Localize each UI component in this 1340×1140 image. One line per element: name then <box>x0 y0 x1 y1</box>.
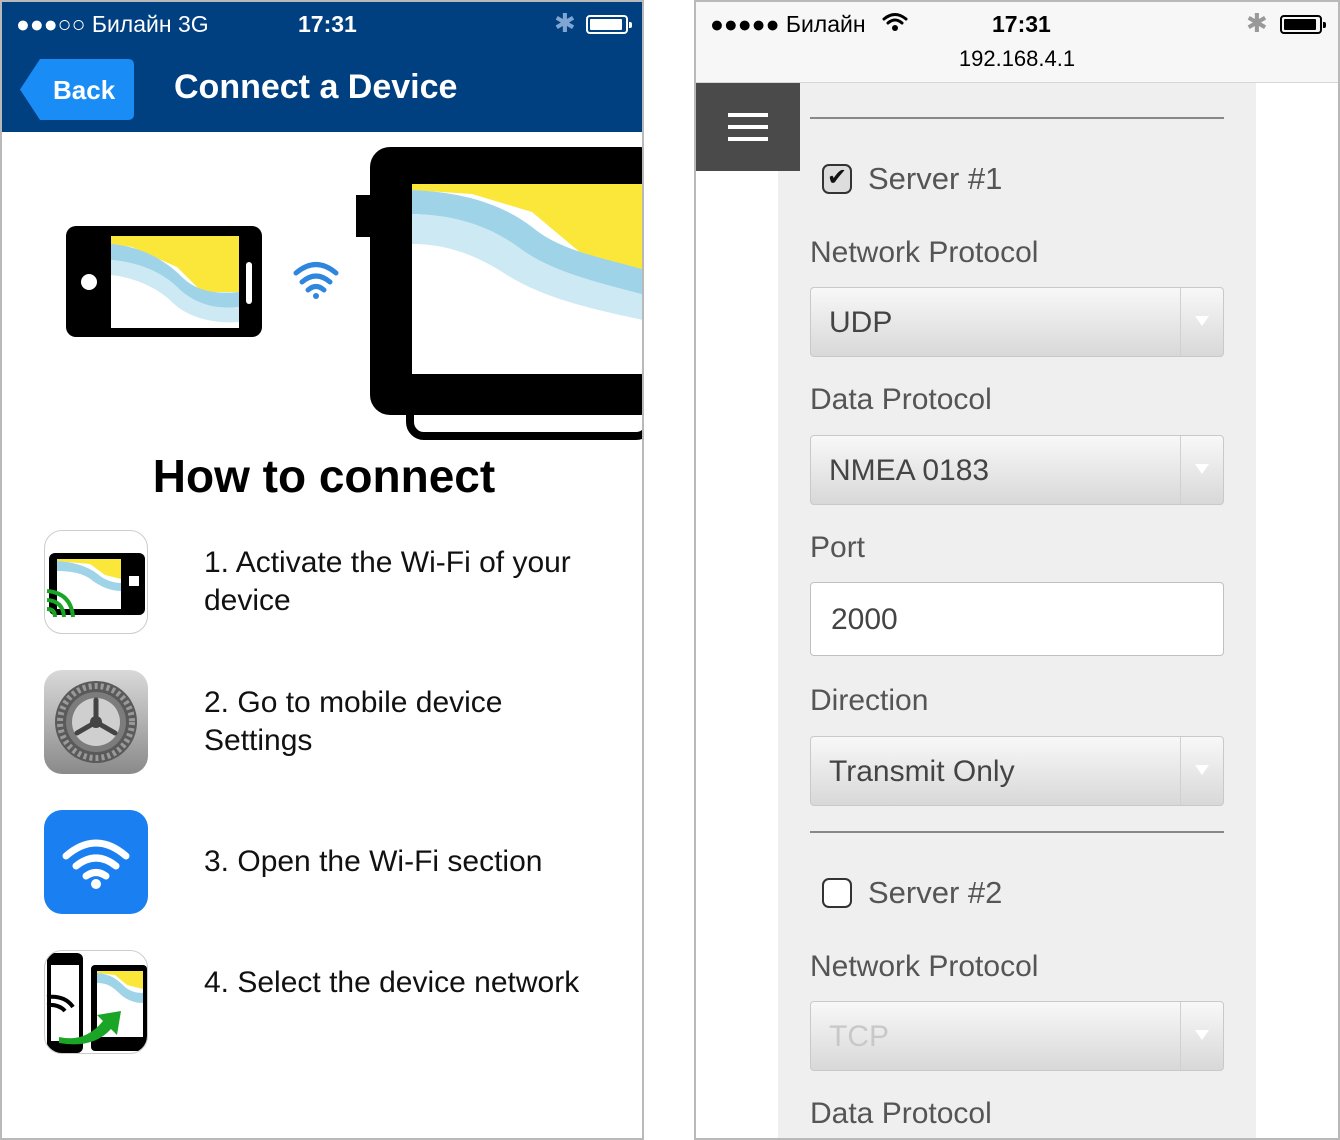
connect-device-screen: ●●●○○ Билайн 3G 17:31 ✱ Back Connect a D… <box>0 0 644 1140</box>
address-bar[interactable]: 192.168.4.1 <box>696 46 1338 72</box>
server-2-checkbox[interactable] <box>822 878 852 908</box>
chartplotter-wifi-icon <box>44 530 148 634</box>
network-protocol-select[interactable]: UDP <box>810 287 1224 357</box>
menu-button[interactable] <box>696 83 800 171</box>
browser-header: ●●●●● Билайн 17:31 ✱ 192.168.4.1 <box>696 2 1338 83</box>
bluetooth-icon: ✱ <box>554 8 576 38</box>
battery-icon <box>586 15 632 34</box>
chevron-down-icon <box>1180 737 1223 805</box>
browser-config-screen: ●●●●● Билайн 17:31 ✱ 192.168.4.1 Server … <box>694 0 1340 1140</box>
phone-illustration <box>66 226 262 337</box>
back-button-label: Back <box>53 75 116 105</box>
chartplotter-illustration <box>356 147 642 440</box>
data-protocol-value: NMEA 0183 <box>829 454 990 487</box>
port-input[interactable]: 2000 <box>810 582 1224 656</box>
step-2: 2. Go to mobile device Settings <box>44 670 642 774</box>
port-label: Port <box>810 531 866 564</box>
network-protocol-label: Network Protocol <box>810 950 1039 983</box>
carrier-label: ●●●○○ Билайн 3G <box>16 11 209 37</box>
port-value: 2000 <box>831 603 898 636</box>
network-protocol-select-disabled[interactable]: TCP <box>810 1001 1224 1071</box>
hamburger-icon <box>728 113 768 117</box>
chevron-down-icon <box>1180 1002 1223 1070</box>
server-1-label: Server #1 <box>868 161 1003 196</box>
direction-select[interactable]: Transmit Only <box>810 736 1224 806</box>
clock: 17:31 <box>298 11 357 37</box>
how-to-connect-heading: How to connect <box>152 450 496 502</box>
data-protocol-label: Data Protocol <box>810 383 992 416</box>
clock: 17:31 <box>992 11 1051 37</box>
status-bar: ●●●●● Билайн 17:31 ✱ <box>696 2 1338 48</box>
step-3: 3. Open the Wi-Fi section <box>44 810 642 914</box>
settings-gear-icon <box>44 670 148 774</box>
server-1-checkbox[interactable] <box>822 163 852 194</box>
data-protocol-label: Data Protocol <box>810 1097 992 1130</box>
step-1-label: 1. Activate the Wi-Fi of your device <box>204 546 571 617</box>
step-4: 4. Select the device network <box>44 950 642 1054</box>
network-protocol-label: Network Protocol <box>810 236 1039 269</box>
status-bar: ●●●○○ Билайн 3G 17:31 ✱ <box>2 2 642 48</box>
divider <box>810 831 1224 833</box>
connection-illustration <box>66 147 642 440</box>
bluetooth-icon: ✱ <box>1246 8 1268 38</box>
server-2-label: Server #2 <box>868 875 1003 910</box>
step-1: 1. Activate the Wi-Fi of your device <box>44 530 642 634</box>
step-3-label: 3. Open the Wi-Fi section <box>204 845 543 878</box>
wifi-signal-icon <box>293 262 339 299</box>
chevron-down-icon <box>1180 436 1223 504</box>
divider <box>810 117 1224 119</box>
page-title: Connect a Device <box>174 68 458 106</box>
network-protocol-value: UDP <box>829 306 893 339</box>
app-header: ●●●○○ Билайн 3G 17:31 ✱ Back Connect a D… <box>2 2 642 132</box>
settings-panel: Server #1 Network Protocol UDP Data Prot… <box>778 83 1256 1138</box>
select-network-icon <box>44 950 148 1054</box>
carrier-label: ●●●●● Билайн <box>710 11 866 37</box>
chevron-down-icon <box>1180 288 1223 356</box>
wifi-icon <box>44 810 148 914</box>
step-4-label: 4. Select the device network <box>204 966 580 999</box>
direction-value: Transmit Only <box>829 755 1015 788</box>
back-button[interactable]: Back <box>20 59 134 120</box>
battery-icon <box>1280 15 1326 34</box>
network-protocol-value: TCP <box>829 1020 889 1053</box>
direction-label: Direction <box>810 684 929 717</box>
wifi-status-icon <box>882 13 908 31</box>
step-2-label: 2. Go to mobile device Settings <box>204 686 503 757</box>
data-protocol-select[interactable]: NMEA 0183 <box>810 435 1224 505</box>
